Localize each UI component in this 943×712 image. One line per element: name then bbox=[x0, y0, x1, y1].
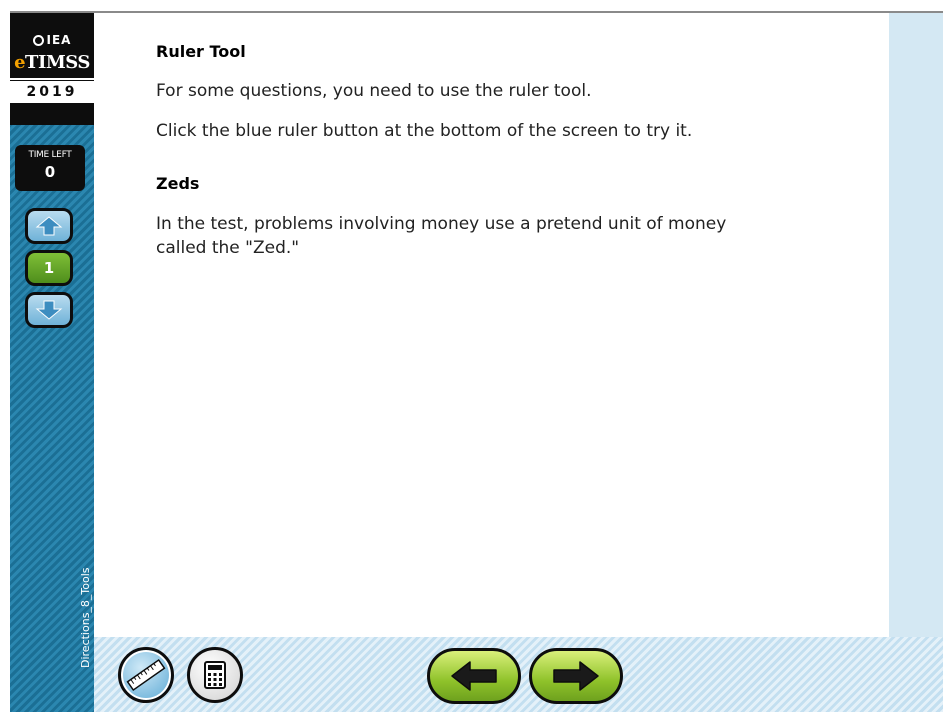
next-button[interactable] bbox=[529, 648, 623, 704]
arrow-right-icon bbox=[553, 661, 599, 691]
brand-name: TIMSS bbox=[25, 52, 90, 73]
ruler-tool-heading: Ruler Tool bbox=[156, 42, 246, 61]
ruler-tool-text-2: Click the blue ruler button at the botto… bbox=[156, 121, 693, 141]
instructions-panel: Ruler Tool For some questions, you need … bbox=[94, 13, 889, 638]
ruler-icon bbox=[126, 658, 166, 692]
page-margin bbox=[0, 0, 10, 712]
sidebar: IEA eTIMSS 2019 TIME LEFT 0 1 Directions… bbox=[10, 13, 94, 712]
arrow-up-icon bbox=[35, 216, 63, 236]
current-item-button[interactable]: 1 bbox=[25, 250, 73, 286]
brand-prefix: e bbox=[14, 52, 26, 73]
zeds-text: In the test, problems involving money us… bbox=[156, 214, 727, 258]
time-left-box: TIME LEFT 0 bbox=[15, 145, 85, 191]
arrow-left-icon bbox=[451, 661, 497, 691]
previous-item-button[interactable] bbox=[25, 208, 73, 244]
iea-logo: IEA bbox=[10, 33, 94, 47]
ruler-button[interactable] bbox=[118, 647, 174, 703]
time-left-value: 0 bbox=[44, 163, 56, 181]
right-margin-strip bbox=[889, 13, 943, 638]
arrow-down-icon bbox=[35, 300, 63, 320]
etimss-wordmark: eTIMSS bbox=[10, 52, 94, 73]
globe-icon bbox=[32, 35, 44, 46]
ruler-tool-text-1: For some questions, you need to use the … bbox=[156, 81, 592, 101]
logo-base bbox=[10, 103, 94, 125]
iea-text: IEA bbox=[46, 33, 72, 47]
logo-divider bbox=[10, 78, 94, 80]
screen-id-label: Directions_8_Tools bbox=[79, 567, 92, 668]
calculator-icon bbox=[204, 661, 226, 689]
etimss-logo: IEA eTIMSS 2019 bbox=[10, 13, 94, 125]
zeds-heading: Zeds bbox=[156, 174, 200, 193]
back-button[interactable] bbox=[427, 648, 521, 704]
calculator-button[interactable] bbox=[187, 647, 243, 703]
time-left-label: TIME LEFT bbox=[28, 150, 72, 160]
logo-year: 2019 bbox=[10, 81, 94, 103]
next-item-button[interactable] bbox=[25, 292, 73, 328]
